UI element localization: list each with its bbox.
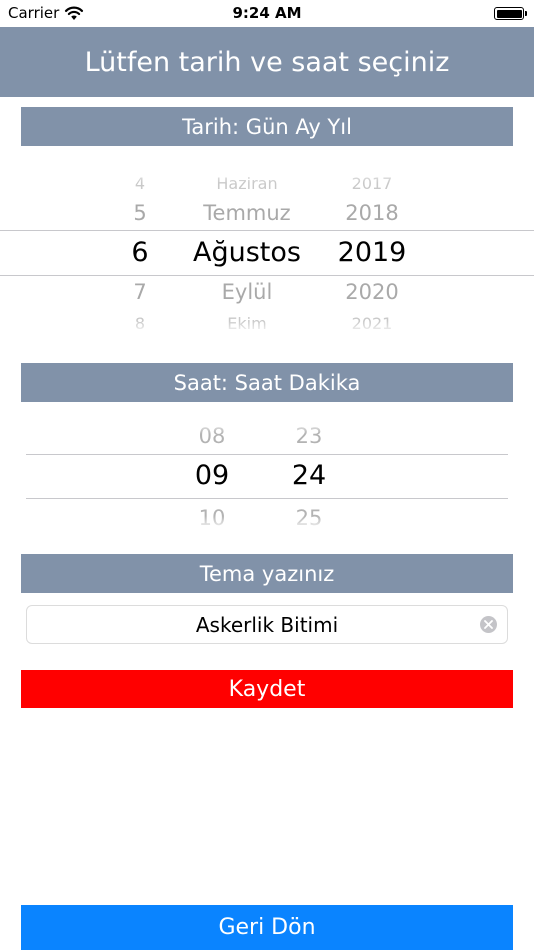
year-option[interactable]: 2018: [322, 203, 422, 224]
minute-option[interactable]: 25: [259, 508, 359, 529]
year-option[interactable]: 2017: [322, 176, 422, 192]
battery-cap: [525, 11, 527, 16]
hour-option-selected[interactable]: 09: [162, 462, 262, 489]
battery-icon: [494, 7, 524, 20]
date-section-label: Tarih: Gün Ay Yıl: [21, 107, 513, 146]
x-mark-icon: [484, 620, 493, 629]
day-option[interactable]: 4: [100, 176, 180, 192]
month-option-selected[interactable]: Ağustos: [172, 239, 322, 266]
clock-label: 9:24 AM: [232, 4, 302, 22]
time-section-label: Saat: Saat Dakika: [21, 363, 513, 402]
theme-section-label: Tema yazınız: [21, 554, 513, 593]
page-title: Lütfen tarih ve saat seçiniz: [0, 27, 534, 97]
year-option-selected[interactable]: 2019: [322, 239, 422, 266]
status-bar: Carrier 9:24 AM: [0, 0, 534, 27]
minute-option-selected[interactable]: 24: [259, 462, 359, 489]
day-option[interactable]: 5: [100, 203, 180, 224]
theme-field[interactable]: [26, 605, 508, 644]
back-button[interactable]: Geri Dön: [21, 905, 513, 950]
month-option[interactable]: Eylül: [172, 282, 322, 303]
day-option[interactable]: 7: [100, 282, 180, 303]
date-picker[interactable]: 4 5 6 7 8 Haziran Temmuz Ağustos Eylül E…: [0, 165, 534, 335]
hour-option[interactable]: 10: [162, 508, 262, 529]
year-option[interactable]: 2020: [322, 282, 422, 303]
month-wheel[interactable]: Haziran Temmuz Ağustos Eylül Ekim: [172, 165, 322, 335]
month-option[interactable]: Temmuz: [172, 203, 322, 224]
day-option[interactable]: 8: [100, 316, 180, 332]
minute-wheel[interactable]: 23 24 25: [259, 420, 359, 530]
clear-icon[interactable]: [480, 616, 497, 633]
hour-wheel[interactable]: 08 09 10: [162, 420, 262, 530]
year-option[interactable]: 2021: [322, 316, 422, 332]
month-option[interactable]: Ekim: [172, 316, 322, 332]
minute-option[interactable]: 23: [259, 426, 359, 447]
theme-input[interactable]: [57, 606, 477, 643]
time-picker[interactable]: 08 09 10 23 24 25: [0, 420, 534, 530]
day-option-selected[interactable]: 6: [100, 239, 180, 266]
year-wheel[interactable]: 2017 2018 2019 2020 2021: [322, 165, 422, 335]
month-option[interactable]: Haziran: [172, 176, 322, 192]
day-wheel[interactable]: 4 5 6 7 8: [100, 165, 180, 335]
hour-option[interactable]: 08: [162, 426, 262, 447]
save-button[interactable]: Kaydet: [21, 670, 513, 708]
